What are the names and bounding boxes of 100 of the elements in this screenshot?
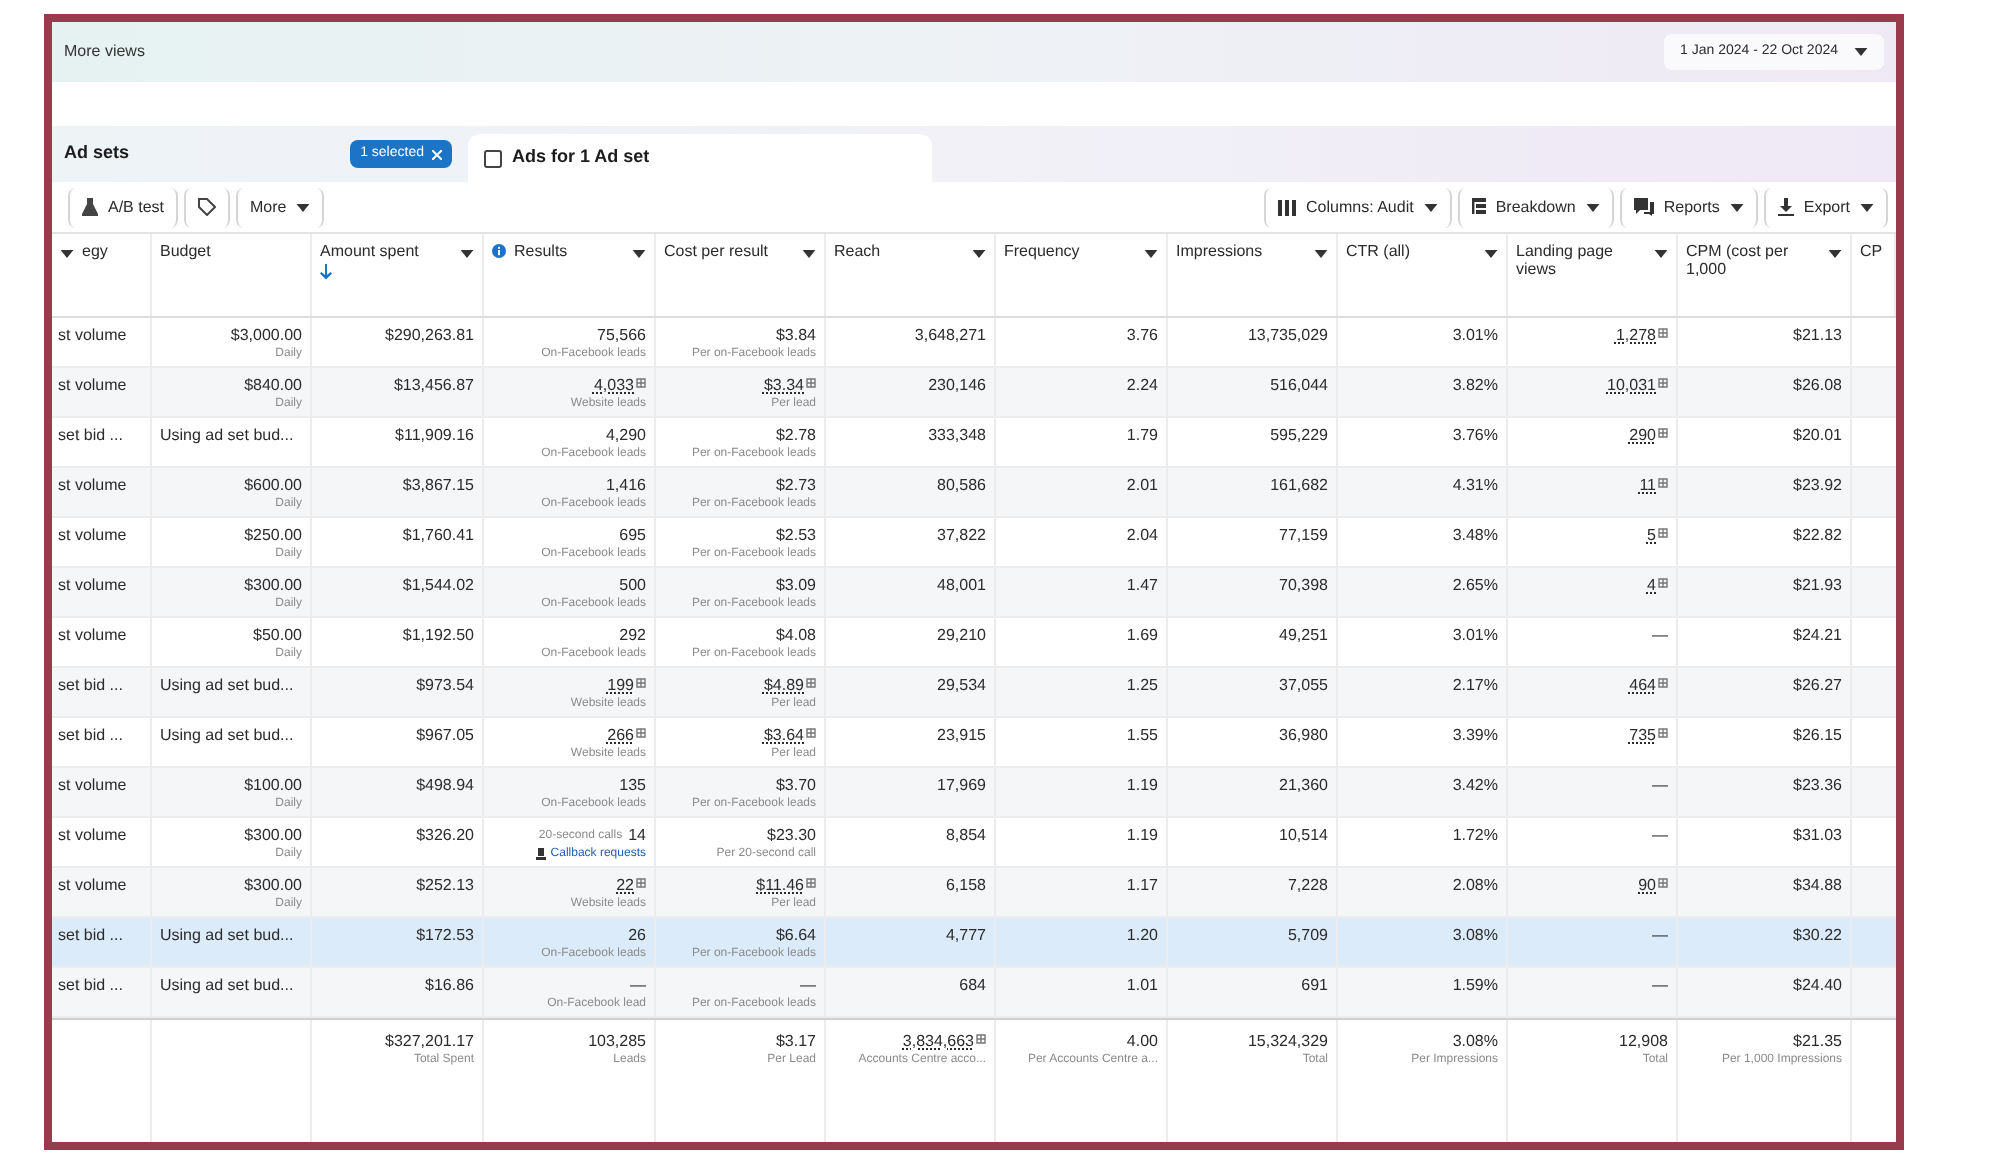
cell-value: st volume: [58, 876, 127, 896]
toolbar-button[interactable]: A/B test: [68, 187, 179, 227]
value-link[interactable]: $11.46: [756, 876, 804, 896]
cell-value: $21.35: [1793, 1032, 1842, 1052]
value-link[interactable]: 10,031: [1607, 376, 1656, 396]
cell-value: 103,285: [588, 1032, 646, 1052]
column-header[interactable]: Amount spent: [312, 234, 484, 316]
toolbar-button[interactable]: More: [236, 187, 325, 227]
toolbar-button[interactable]: Export: [1763, 187, 1888, 227]
value-link[interactable]: 90: [1638, 876, 1656, 896]
column-header[interactable]: egy: [52, 234, 152, 316]
cell-value: $840.00: [244, 376, 302, 396]
cell-value: $11,909.16: [395, 426, 474, 446]
cell-value: —: [630, 976, 646, 996]
value-link[interactable]: 266: [607, 726, 634, 746]
column-header[interactable]: Reach: [826, 234, 996, 316]
column-header[interactable]: Budget: [152, 234, 312, 316]
tag-icon: [198, 198, 217, 216]
column-header[interactable]: Frequency: [996, 234, 1168, 316]
cell-value: 1.47: [1126, 576, 1158, 596]
toolbar-button[interactable]: Reports: [1619, 187, 1758, 227]
cell-value: $3,000.00: [230, 326, 302, 346]
cell-value: $6.64: [775, 926, 816, 946]
value-link[interactable]: 11: [1639, 476, 1656, 496]
cell-value: $23.36: [1793, 776, 1842, 796]
column-header[interactable]: Impressions: [1168, 234, 1338, 316]
toolbar-button[interactable]: Columns: Audit: [1264, 187, 1452, 227]
grid-icon: [1658, 428, 1668, 438]
column-header[interactable]: Landing page views: [1508, 234, 1678, 316]
cell-value: 500: [619, 576, 646, 596]
cell-value: Using ad set bud...: [160, 426, 294, 446]
cell-value: —: [1652, 626, 1668, 646]
cell-value: st volume: [58, 376, 127, 396]
cell-value: 17,969: [937, 776, 986, 796]
grid-icon: [636, 878, 646, 888]
column-header[interactable]: Results: [484, 234, 656, 316]
close-icon: [432, 149, 442, 159]
cell-value: $1,192.50: [402, 626, 474, 646]
cell-value: 37,055: [1279, 676, 1328, 696]
cell-value: 1.72%: [1452, 826, 1498, 846]
cell-value: 3.08%: [1452, 926, 1498, 946]
cell-value: —: [1652, 976, 1668, 996]
cell-value: set bid ...: [58, 726, 123, 746]
cell-value: $31.03: [1793, 826, 1842, 846]
cell-value: 15,324,329: [1247, 1032, 1328, 1052]
cell-value: 4.00: [1126, 1032, 1158, 1052]
ads-tab[interactable]: Ads for 1 Ad set: [468, 134, 932, 182]
column-header[interactable]: CTR (all): [1338, 234, 1508, 316]
checkbox-icon: [484, 149, 502, 167]
value-link[interactable]: 5: [1647, 526, 1656, 546]
cell-value: set bid ...: [58, 676, 123, 696]
value-link[interactable]: 4,033: [593, 376, 634, 396]
grid-icon: [1658, 328, 1668, 338]
value-link[interactable]: $4.89: [763, 676, 804, 696]
value-link[interactable]: 3,834,663: [902, 1032, 974, 1052]
value-link[interactable]: 735: [1629, 726, 1656, 746]
cell-value: $34.88: [1793, 876, 1842, 896]
column-header[interactable]: Cost per result: [656, 234, 826, 316]
cell-value: $50.00: [253, 626, 302, 646]
column-header[interactable]: CPM (cost per 1,000: [1678, 234, 1852, 316]
cell-value: $24.40: [1793, 976, 1842, 996]
toolbar-button[interactable]: Breakdown: [1457, 187, 1614, 227]
value-link[interactable]: $3.64: [763, 726, 804, 746]
toolbar-icon-button[interactable]: [184, 187, 231, 227]
cell-value: 1.17: [1126, 876, 1158, 896]
cell-value: 2.24: [1126, 376, 1158, 396]
column-header[interactable]: CP: [1852, 234, 1896, 316]
cell-value: 1,416: [605, 476, 646, 496]
ad-sets-tab[interactable]: Ad sets: [60, 132, 134, 176]
value-link[interactable]: 22: [616, 876, 634, 896]
cell-value: $3.70: [775, 776, 816, 796]
cell-value: 2.04: [1126, 526, 1158, 546]
value-link[interactable]: 199: [607, 676, 634, 696]
cell-value: 14: [628, 826, 646, 846]
cell-value: $21.93: [1793, 576, 1842, 596]
cell-value: 70,398: [1279, 576, 1328, 596]
value-link[interactable]: 290: [1629, 426, 1656, 446]
cell-value: $250.00: [244, 526, 302, 546]
cell-value: $20.01: [1793, 426, 1842, 446]
cell-value: $3.17: [775, 1032, 816, 1052]
value-link[interactable]: 464: [1629, 676, 1656, 696]
value-link[interactable]: $3.34: [763, 376, 804, 396]
cell-value: 29,210: [937, 626, 986, 646]
cell-value: 3.08%: [1452, 1032, 1498, 1052]
cell-value: st volume: [58, 776, 127, 796]
cell-value: $2.53: [775, 526, 816, 546]
cell-value: set bid ...: [58, 426, 123, 446]
cell-value: —: [1652, 776, 1668, 796]
cell-value: $973.54: [416, 676, 474, 696]
cell-value: Using ad set bud...: [160, 976, 294, 996]
cell-value: $600.00: [244, 476, 302, 496]
cell-value: 3.01%: [1452, 626, 1498, 646]
cell-value: 691: [1301, 976, 1328, 996]
grid-icon: [636, 728, 646, 738]
grid-icon: [806, 678, 816, 688]
cell-value: 12,908: [1619, 1032, 1668, 1052]
value-link[interactable]: 4: [1647, 576, 1656, 596]
cell-value: 230,146: [928, 376, 986, 396]
value-link[interactable]: 1,278: [1615, 326, 1656, 346]
cell-value: Using ad set bud...: [160, 926, 294, 946]
